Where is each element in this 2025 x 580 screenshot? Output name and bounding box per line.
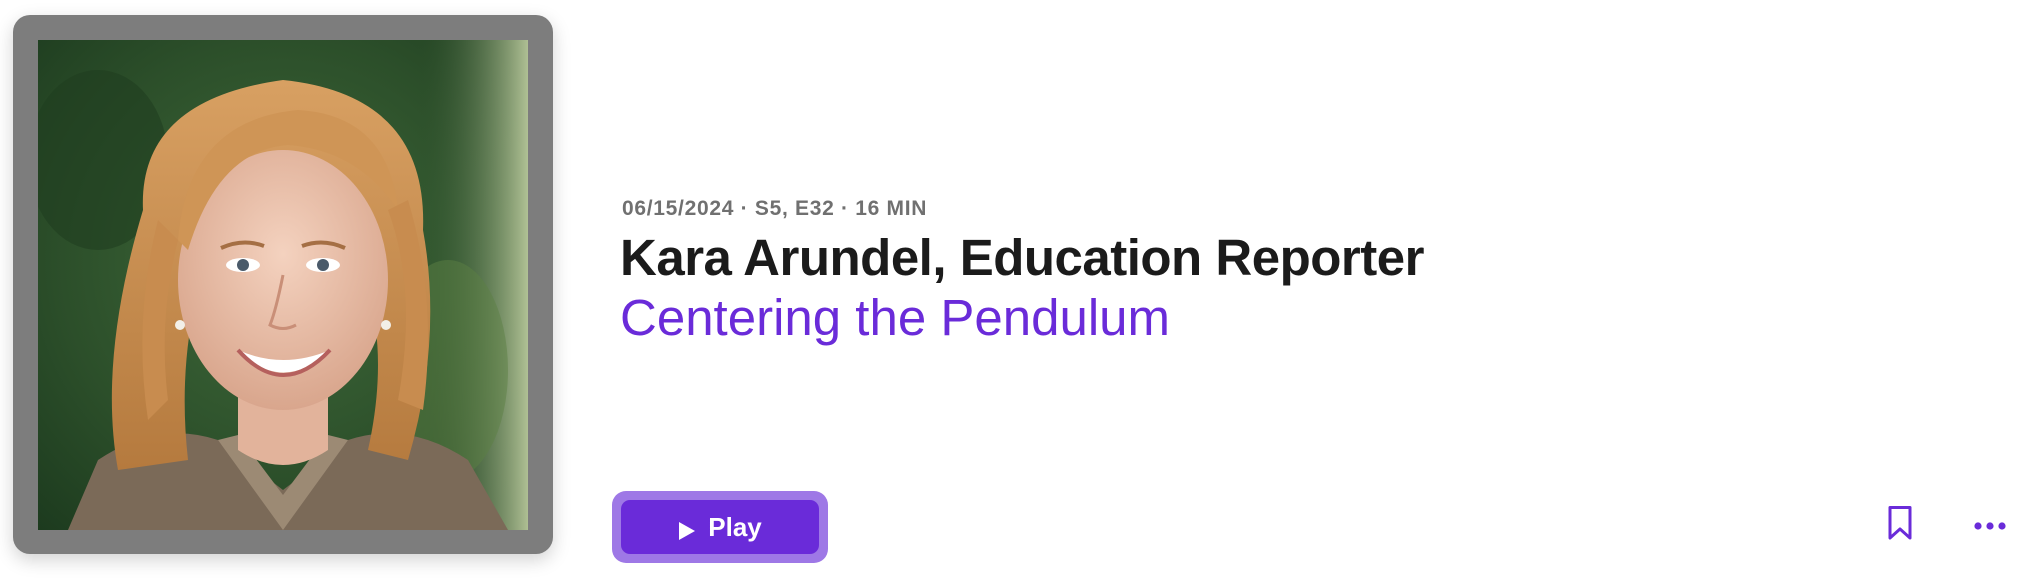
play-button[interactable]: Play bbox=[621, 500, 819, 554]
bookmark-icon bbox=[1887, 505, 1913, 546]
episode-meta: 06/15/2024 · S5, E32 · 16 MIN bbox=[622, 197, 928, 220]
show-name-link[interactable]: Centering the Pendulum bbox=[620, 288, 1170, 347]
episode-artwork-frame[interactable] bbox=[13, 15, 553, 554]
bookmark-button[interactable] bbox=[1880, 502, 1920, 548]
portrait-image bbox=[38, 40, 528, 530]
play-icon bbox=[678, 517, 696, 540]
play-button-label: Play bbox=[708, 511, 762, 542]
episode-title[interactable]: Kara Arundel, Education Reporter bbox=[620, 228, 1424, 287]
more-dots-icon bbox=[1974, 517, 2006, 535]
episode-artwork bbox=[38, 40, 528, 530]
more-options-button[interactable] bbox=[1968, 508, 2012, 544]
